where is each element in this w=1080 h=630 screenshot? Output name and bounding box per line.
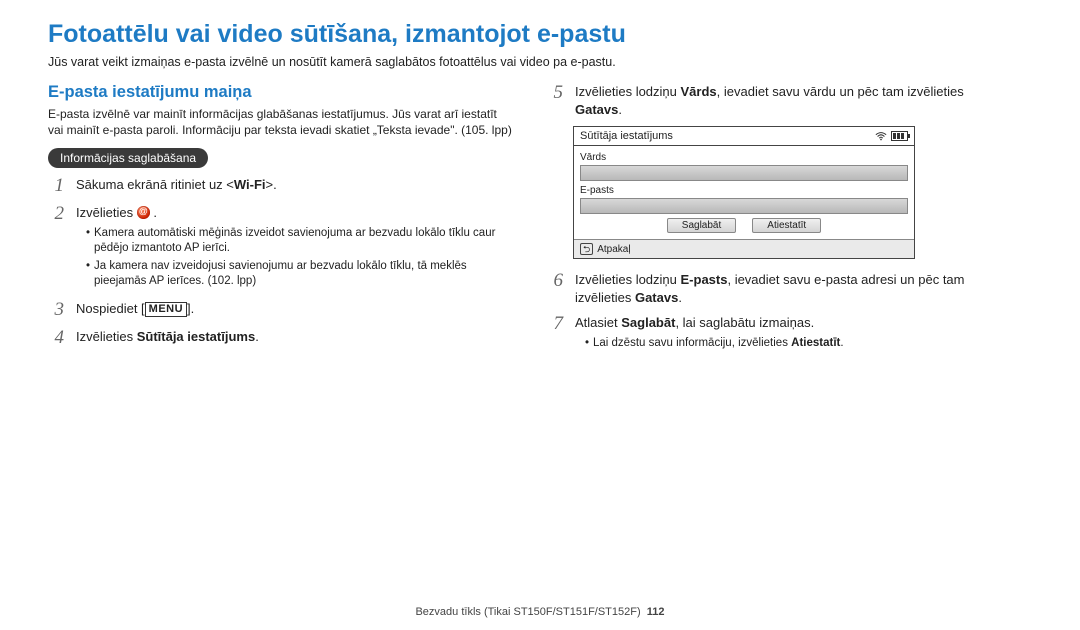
section-paragraph: E-pasta izvēlnē var mainīt informācijas … <box>48 106 513 138</box>
step-1-bold: Wi-Fi <box>234 177 266 192</box>
step-7-sub1: Lai dzēstu savu informāciju, izvēlieties… <box>585 336 844 351</box>
step-7-sub1b: Atiestatīt <box>791 337 840 349</box>
menu-button-icon: MENU <box>145 302 187 317</box>
step-number: 1 <box>48 176 64 196</box>
step-5-mid: , ievadiet savu vārdu un pēc tam izvēlie… <box>717 84 964 99</box>
step-3-post: ]. <box>187 301 194 316</box>
name-input[interactable] <box>580 165 908 181</box>
reset-button[interactable]: Atiestatīt <box>752 218 821 233</box>
step-2: 2 Izvēlieties . Kamera automātiski mēģin… <box>48 204 513 291</box>
dialog-status-icons <box>875 131 908 141</box>
step-5-bold2: Gatavs <box>575 102 618 117</box>
back-icon[interactable]: ⮌ <box>580 243 593 255</box>
step-6-pre: Izvēlieties lodziņu <box>575 272 681 287</box>
email-input[interactable] <box>580 198 908 214</box>
dialog-header: Sūtītāja iestatījums <box>574 127 914 146</box>
page-title: Fotoattēlu vai video sūtīšana, izmantojo… <box>48 20 1032 49</box>
step-4: 4 Izvēlieties Sūtītāja iestatījums. <box>48 328 513 348</box>
info-pill: Informācijas saglabāšana <box>48 148 208 168</box>
step-text: Izvēlieties Sūtītāja iestatījums. <box>76 328 259 348</box>
step-1-post: >. <box>266 177 277 192</box>
battery-icon <box>891 131 908 141</box>
step-text: Nospiediet [MENU]. <box>76 300 194 320</box>
step-3-pre: Nospiediet [ <box>76 301 145 316</box>
step-6: 6 Izvēlieties lodziņu E-pasts, ievadiet … <box>547 271 1012 306</box>
step-2-period: . <box>150 205 157 220</box>
page-subtitle: Jūs varat veikt izmaiņas e-pasta izvēlnē… <box>48 55 1032 69</box>
step-6-bold2: Gatavs <box>635 290 678 305</box>
step-7-pre: Atlasiet <box>575 315 621 330</box>
step-text: Izvēlieties lodziņu E-pasts, ievadiet sa… <box>575 271 1012 306</box>
step-text: Izvēlieties lodziņu Vārds, ievadiet savu… <box>575 83 1012 118</box>
step-2-sub1: Kamera automātiski mēģinās izveidot savi… <box>86 226 513 256</box>
step-4-post: . <box>255 329 259 344</box>
page-number: 112 <box>647 606 665 618</box>
sender-settings-dialog: Sūtītāja iestatījums Vā <box>573 126 915 259</box>
section-heading: E-pasta iestatījumu maiņa <box>48 83 513 102</box>
step-5-bold1: Vārds <box>681 84 717 99</box>
step-3: 3 Nospiediet [MENU]. <box>48 300 513 320</box>
page-footer: Bezvadu tīkls (Tikai ST150F/ST151F/ST152… <box>0 606 1080 618</box>
step-text: Izvēlieties . Kamera automātiski mēģinās… <box>76 204 513 291</box>
step-7-sub1a: Lai dzēstu savu informāciju, izvēlieties <box>593 337 791 349</box>
step-4-bold: Sūtītāja iestatījums <box>137 329 255 344</box>
step-7: 7 Atlasiet Saglabāt, lai saglabātu izmai… <box>547 314 1012 353</box>
wifi-icon <box>875 132 887 141</box>
dialog-footer: ⮌ Atpakaļ <box>574 239 914 258</box>
email-label: E-pasts <box>580 185 908 196</box>
step-1-pre: Sākuma ekrānā ritiniet uz < <box>76 177 234 192</box>
step-number: 4 <box>48 328 64 348</box>
step-5-post: . <box>618 102 622 117</box>
step-7-sub1c: . <box>840 337 843 349</box>
step-6-bold1: E-pasts <box>681 272 728 287</box>
step-5-pre: Izvēlieties lodziņu <box>575 84 681 99</box>
step-5: 5 Izvēlieties lodziņu Vārds, ievadiet sa… <box>547 83 1012 118</box>
step-number: 3 <box>48 300 64 320</box>
step-number: 7 <box>547 314 563 353</box>
save-button[interactable]: Saglabāt <box>667 218 736 233</box>
step-6-post: . <box>678 290 682 305</box>
email-app-icon <box>137 206 150 219</box>
dialog-title: Sūtītāja iestatījums <box>580 130 673 142</box>
footer-section: Bezvadu tīkls (Tikai ST150F/ST151F/ST152… <box>415 606 640 618</box>
step-7-bold: Saglabāt <box>621 315 675 330</box>
step-1: 1 Sākuma ekrānā ritiniet uz <Wi-Fi>. <box>48 176 513 196</box>
step-2-sub2: Ja kamera nav izveidojusi savienojumu ar… <box>86 259 513 289</box>
step-7-post: , lai saglabātu izmaiņas. <box>675 315 814 330</box>
step-number: 5 <box>547 83 563 118</box>
step-number: 2 <box>48 204 64 291</box>
step-text: Sākuma ekrānā ritiniet uz <Wi-Fi>. <box>76 176 277 196</box>
back-label[interactable]: Atpakaļ <box>597 244 630 255</box>
name-label: Vārds <box>580 152 908 163</box>
step-4-pre: Izvēlieties <box>76 329 137 344</box>
dialog-body: Vārds E-pasts Saglabāt Atiestatīt <box>574 146 914 239</box>
step-2-text: Izvēlieties <box>76 205 133 220</box>
step-text: Atlasiet Saglabāt, lai saglabātu izmaiņa… <box>575 314 844 353</box>
step-number: 6 <box>547 271 563 306</box>
